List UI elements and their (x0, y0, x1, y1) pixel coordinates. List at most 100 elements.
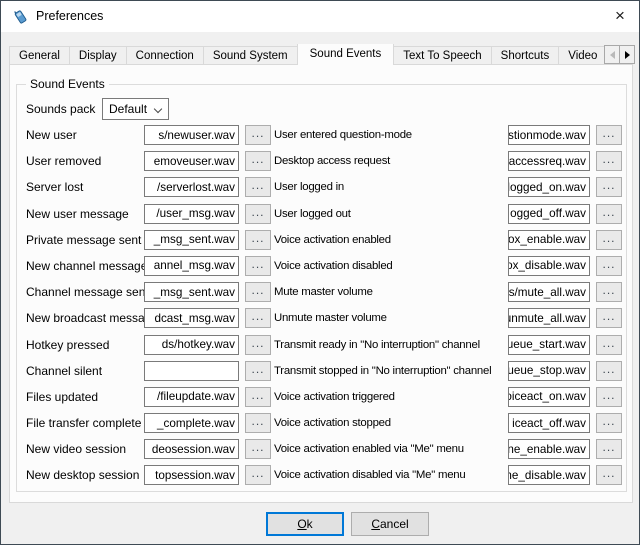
sound-event-label: Voice activation stopped (274, 417, 508, 429)
browse-button[interactable]: ... (245, 204, 271, 224)
sound-file-input[interactable]: annel_msg.wav (144, 256, 239, 276)
tab-bar: General Display Connection Sound System … (9, 44, 633, 65)
tab-display[interactable]: Display (69, 46, 127, 65)
tab-general[interactable]: General (9, 46, 70, 65)
browse-button[interactable]: ... (596, 125, 622, 145)
browse-button[interactable]: ... (596, 413, 622, 433)
browse-button[interactable]: ... (245, 413, 271, 433)
sound-event-label: User removed (26, 154, 144, 168)
sound-file-input[interactable]: stionmode.wav (508, 125, 590, 145)
sound-file-input[interactable]: /fileupdate.wav (144, 387, 239, 407)
sound-event-row: New user s/newuser.wav ... (26, 125, 271, 145)
groupbox-title: Sound Events (26, 77, 109, 91)
sound-file-input[interactable]: _msg_sent.wav (144, 282, 239, 302)
sound-event-row: New channel message annel_msg.wav ... (26, 256, 271, 276)
sound-file-input[interactable]: oiceact_on.wav (508, 387, 590, 407)
sound-event-row: Unmute master volume unmute_all.wav ... (274, 308, 622, 328)
browse-button[interactable]: ... (245, 125, 271, 145)
ok-button[interactable]: Ok (266, 512, 344, 536)
browse-button[interactable]: ... (596, 256, 622, 276)
sound-file-input[interactable]: topsession.wav (144, 465, 239, 485)
sound-event-label: Voice activation enabled via "Me" menu (274, 443, 508, 455)
browse-button[interactable]: ... (245, 387, 271, 407)
sound-file-input[interactable]: /user_msg.wav (144, 204, 239, 224)
browse-button[interactable]: ... (245, 361, 271, 381)
browse-button[interactable]: ... (245, 308, 271, 328)
sound-file-input[interactable]: deosession.wav (144, 439, 239, 459)
sounds-pack-select[interactable]: Default (102, 98, 169, 120)
sound-file-input[interactable]: ox_enable.wav (508, 230, 590, 250)
browse-button[interactable]: ... (245, 335, 271, 355)
browse-button[interactable]: ... (596, 151, 622, 171)
browse-button[interactable]: ... (245, 256, 271, 276)
tab-video[interactable]: Video (558, 46, 607, 65)
sound-file-input[interactable]: ogged_off.wav (508, 204, 590, 224)
sound-event-row: Server lost /serverlost.wav ... (26, 177, 271, 197)
sound-event-label: User entered question-mode (274, 129, 508, 141)
sound-file-input[interactable]: logged_on.wav (508, 177, 590, 197)
sound-file-input[interactable]: /serverlost.wav (144, 177, 239, 197)
browse-button[interactable]: ... (596, 282, 622, 302)
sound-event-row: Channel message sent _msg_sent.wav ... (26, 282, 271, 302)
browse-button[interactable]: ... (245, 465, 271, 485)
sound-file-input[interactable]: s/newuser.wav (144, 125, 239, 145)
sound-event-row: Voice activation disabled ox_disable.wav… (274, 256, 622, 276)
tab-scroll-right-button[interactable] (619, 45, 635, 64)
browse-button[interactable]: ... (245, 439, 271, 459)
sound-event-row: Mute master volume s/mute_all.wav ... (274, 282, 622, 302)
sounds-pack-value: Default (109, 102, 147, 116)
tab-text-to-speech[interactable]: Text To Speech (393, 46, 491, 65)
browse-button[interactable]: ... (596, 465, 622, 485)
sound-event-label: Private message sent (26, 233, 144, 247)
sound-file-input[interactable]: iceact_off.wav (508, 413, 590, 433)
browse-button[interactable]: ... (245, 177, 271, 197)
sound-event-row: Files updated /fileupdate.wav ... (26, 387, 271, 407)
sound-event-label: Server lost (26, 180, 144, 194)
sound-file-input[interactable]: _complete.wav (144, 413, 239, 433)
cancel-button[interactable]: Cancel (351, 512, 429, 536)
sound-event-row: Transmit stopped in "No interruption" ch… (274, 361, 622, 381)
browse-button[interactable]: ... (596, 439, 622, 459)
sound-file-input[interactable]: unmute_all.wav (508, 308, 590, 328)
app-icon (12, 8, 29, 25)
browse-button[interactable]: ... (596, 230, 622, 250)
sound-file-input[interactable]: ueue_start.wav (508, 335, 590, 355)
sound-file-input[interactable]: dcast_msg.wav (144, 308, 239, 328)
tab-connection[interactable]: Connection (126, 46, 204, 65)
browse-button[interactable]: ... (596, 177, 622, 197)
browse-button[interactable]: ... (596, 204, 622, 224)
browse-button[interactable]: ... (245, 282, 271, 302)
sound-event-row: New broadcast message dcast_msg.wav ... (26, 308, 271, 328)
browse-button[interactable]: ... (596, 387, 622, 407)
tab-sound-events[interactable]: Sound Events (297, 44, 395, 65)
tab-scroll-left-button[interactable] (604, 45, 620, 64)
sound-file-input[interactable]: emoveuser.wav (144, 151, 239, 171)
title-bar: Preferences × (1, 1, 639, 32)
sound-file-input[interactable]: accessreq.wav (508, 151, 590, 171)
sound-events-groupbox: Sound Events Sounds pack Default New use… (16, 84, 627, 492)
close-icon[interactable]: × (607, 5, 633, 28)
sound-file-input[interactable]: ds/hotkey.wav (144, 335, 239, 355)
browse-button[interactable]: ... (245, 151, 271, 171)
sound-file-input[interactable] (144, 361, 239, 381)
sound-file-input[interactable]: ne_enable.wav (508, 439, 590, 459)
sound-event-row: New desktop session topsession.wav ... (26, 465, 271, 485)
sound-file-input[interactable]: ueue_stop.wav (508, 361, 590, 381)
browse-button[interactable]: ... (245, 230, 271, 250)
sound-event-label: Channel silent (26, 364, 144, 378)
browse-button[interactable]: ... (596, 335, 622, 355)
sound-file-input[interactable]: s/mute_all.wav (508, 282, 590, 302)
sound-event-row: Voice activation triggered oiceact_on.wa… (274, 387, 622, 407)
sound-file-input[interactable]: ox_disable.wav (508, 256, 590, 276)
tab-sound-system[interactable]: Sound System (203, 46, 298, 65)
sound-event-label: New channel message (26, 259, 144, 273)
sound-event-label: Voice activation enabled (274, 234, 508, 246)
tab-shortcuts[interactable]: Shortcuts (491, 46, 560, 65)
browse-button[interactable]: ... (596, 308, 622, 328)
sound-event-row: New video session deosession.wav ... (26, 439, 271, 459)
sound-file-input[interactable]: _msg_sent.wav (144, 230, 239, 250)
chevron-down-icon (154, 105, 162, 113)
sound-events-column-left: New user s/newuser.wav ... User removed … (26, 125, 271, 485)
sound-file-input[interactable]: ne_disable.wav (508, 465, 590, 485)
browse-button[interactable]: ... (596, 361, 622, 381)
